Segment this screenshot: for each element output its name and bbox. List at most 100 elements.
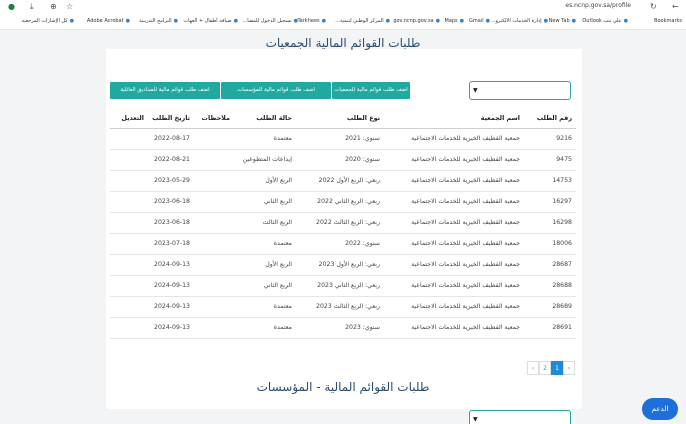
table-row: 28688 جمعية القطيف الخيرية للخدمات الاجتم… xyxy=(110,275,576,297)
table-row: 9216 جمعية القطيف الخيرية للخدمات الاجتما… xyxy=(110,128,576,150)
col-request-number: رقم الطلب xyxy=(524,108,576,129)
reload-icon[interactable]: ↻ xyxy=(650,2,657,12)
pagination-page-2[interactable]: 2 xyxy=(539,361,551,375)
table-row: 9475 جمعية القطيف الخيرية للخدمات الاجتما… xyxy=(110,149,576,171)
cell-request-number: 16298 xyxy=(524,212,576,234)
cell-association-name: جمعية القطيف الخيرية للخدمات الاجتماعية xyxy=(384,149,524,171)
cell-request-number: 9216 xyxy=(524,128,576,150)
col-request-type: نوع الطلب xyxy=(296,108,384,129)
cell-request-status: معتمدة xyxy=(234,296,296,318)
col-request-date: تاريخ الطلب xyxy=(148,108,194,129)
cell-request-status: الربع الثاني xyxy=(234,191,296,213)
bookmark-item[interactable]: Maps xyxy=(444,18,464,24)
cell-association-name: جمعية القطيف الخيرية للخدمات الاجتماعية xyxy=(384,275,524,297)
cell-request-number: 14753 xyxy=(524,170,576,192)
bookmark-item[interactable]: New Tab xyxy=(549,18,576,24)
cell-request-type: سنوي: 2020 xyxy=(296,149,384,171)
col-association-name: اسم الجمعية xyxy=(384,108,524,129)
cell-edit[interactable] xyxy=(110,149,148,171)
cell-notes xyxy=(194,317,234,339)
cell-request-number: 18006 xyxy=(524,233,576,255)
add-institutions-request-button[interactable]: اضف طلب قوائم مالية للمؤسسات xyxy=(221,82,331,99)
cell-edit[interactable] xyxy=(110,317,148,339)
cell-association-name: جمعية القطيف الخيرية للخدمات الاجتماعية xyxy=(384,212,524,234)
bookmarks-bar: Bookmarks علي يتب Outlook New Tab إدارة … xyxy=(0,15,686,29)
star-icon[interactable]: ☆ xyxy=(66,2,73,12)
cell-edit[interactable] xyxy=(110,275,148,297)
cell-association-name: جمعية القطيف الخيرية للخدمات الاجتماعية xyxy=(384,128,524,150)
col-edit: التعديل xyxy=(110,108,148,129)
bookmark-item[interactable]: المركز الوطني لتنمية... xyxy=(335,18,390,24)
cell-request-status: الربع الأول xyxy=(234,170,296,192)
cell-association-name: جمعية القطيف الخيرية للخدمات الاجتماعية xyxy=(384,296,524,318)
back-icon[interactable]: ← xyxy=(672,2,679,12)
bookmark-item[interactable]: Gmail xyxy=(469,18,490,24)
cell-request-type: ربعي: الربع الثاني 2023 xyxy=(296,275,384,297)
cell-edit[interactable] xyxy=(110,233,148,255)
cell-association-name: جمعية القطيف الخيرية للخدمات الاجتماعية xyxy=(384,317,524,339)
all-bookmarks[interactable]: كل الإشارات المرجعية xyxy=(22,18,74,24)
cell-notes xyxy=(194,128,234,150)
cell-edit[interactable] xyxy=(110,212,148,234)
cell-notes xyxy=(194,149,234,171)
pagination-page-1[interactable]: 1 xyxy=(551,361,563,375)
chevron-down-icon: ▼ xyxy=(473,87,478,94)
table-row: 28691 جمعية القطيف الخيرية للخدمات الاجتم… xyxy=(110,317,576,339)
cell-edit[interactable] xyxy=(110,170,148,192)
filter-select[interactable]: ▼ xyxy=(469,81,571,100)
bookmark-item[interactable]: ضيافة أطفال + العهات xyxy=(183,18,238,24)
cell-request-status: معتمدة xyxy=(234,233,296,255)
cell-association-name: جمعية القطيف الخيرية للخدمات الاجتماعية xyxy=(384,233,524,255)
bookmark-item[interactable]: gov.ncnp.gov.sa xyxy=(393,18,440,24)
cell-notes xyxy=(194,212,234,234)
zoom-icon[interactable]: ⊕ xyxy=(50,2,57,12)
cell-notes xyxy=(194,275,234,297)
cell-edit[interactable] xyxy=(110,296,148,318)
cell-edit[interactable] xyxy=(110,254,148,276)
cell-request-status: معتمدة xyxy=(234,317,296,339)
cell-request-status: الربع الأول xyxy=(234,254,296,276)
requests-table: رقم الطلب اسم الجمعية نوع الطلب حالة الط… xyxy=(110,108,576,339)
cell-request-date: 2024-09-13 xyxy=(148,254,194,276)
extension-icon[interactable]: ● xyxy=(8,2,15,12)
cell-request-date: 2023-07-18 xyxy=(148,233,194,255)
cell-association-name: جمعية القطيف الخيرية للخدمات الاجتماعية xyxy=(384,254,524,276)
cell-request-type: سنوي: 2022 xyxy=(296,233,384,255)
cell-request-number: 28689 xyxy=(524,296,576,318)
bookmark-item[interactable]: Adobe Acrobat xyxy=(87,18,130,24)
help-button[interactable]: الدعم xyxy=(642,398,678,420)
pagination-prev[interactable]: ‹ xyxy=(563,361,575,375)
pagination-next[interactable]: › xyxy=(527,361,539,375)
bookmark-item[interactable]: البرامج التدريبية xyxy=(139,18,178,24)
bookmarks-label[interactable]: Bookmarks xyxy=(652,18,682,24)
bookmark-item[interactable]: علي يتب Outlook xyxy=(582,18,628,24)
bookmark-item[interactable]: Tarkhees xyxy=(297,18,326,24)
cell-request-number: 9475 xyxy=(524,149,576,171)
cell-request-date: 2023-05-29 xyxy=(148,170,194,192)
bookmark-item[interactable]: تسجيل الدخول للمصا... xyxy=(243,18,298,24)
cell-edit[interactable] xyxy=(110,128,148,150)
add-associations-request-button[interactable]: اضف طلب قوائم مالية للجمعيات xyxy=(332,82,410,99)
cell-request-type: ربعي: الربع الأول 2023 xyxy=(296,254,384,276)
add-family-funds-request-button[interactable]: اضف طلب قوائم مالية للصناديق العائلية xyxy=(110,82,220,99)
address-bar[interactable]: ● ⤓ ⊕ ☆ es.ncnp.gov.sa/profile ↻ ← xyxy=(0,0,686,14)
cell-request-status: إيداعات المتطوعين xyxy=(234,149,296,171)
cell-request-status: الربع الثالث xyxy=(234,212,296,234)
cell-request-number: 28691 xyxy=(524,317,576,339)
cell-request-type: ربعي: الربع الثالث 2023 xyxy=(296,296,384,318)
table-row: 16298 جمعية القطيف الخيرية للخدمات الاجتم… xyxy=(110,212,576,234)
cell-request-status: الربع الثاني xyxy=(234,275,296,297)
cell-request-type: ربعي: الربع الثالث 2022 xyxy=(296,212,384,234)
url-text[interactable]: es.ncnp.gov.sa/profile xyxy=(565,2,631,9)
cell-request-number: 16297 xyxy=(524,191,576,213)
table-header-row: رقم الطلب اسم الجمعية نوع الطلب حالة الط… xyxy=(110,108,576,129)
cell-request-date: 2024-09-13 xyxy=(148,296,194,318)
table-row: 16297 جمعية القطيف الخيرية للخدمات الاجتم… xyxy=(110,191,576,213)
filter-select-institutions[interactable]: ▼ xyxy=(469,410,571,424)
browser-chrome: ● ⤓ ⊕ ☆ es.ncnp.gov.sa/profile ↻ ← Bookm… xyxy=(0,0,686,30)
download-icon[interactable]: ⤓ xyxy=(30,2,34,12)
cell-request-type: ربعي: الربع الثاني 2022 xyxy=(296,191,384,213)
bookmark-item[interactable]: إدارة الخدمات الالكترو... xyxy=(491,18,548,24)
cell-request-date: 2022-08-17 xyxy=(148,128,194,150)
cell-edit[interactable] xyxy=(110,191,148,213)
